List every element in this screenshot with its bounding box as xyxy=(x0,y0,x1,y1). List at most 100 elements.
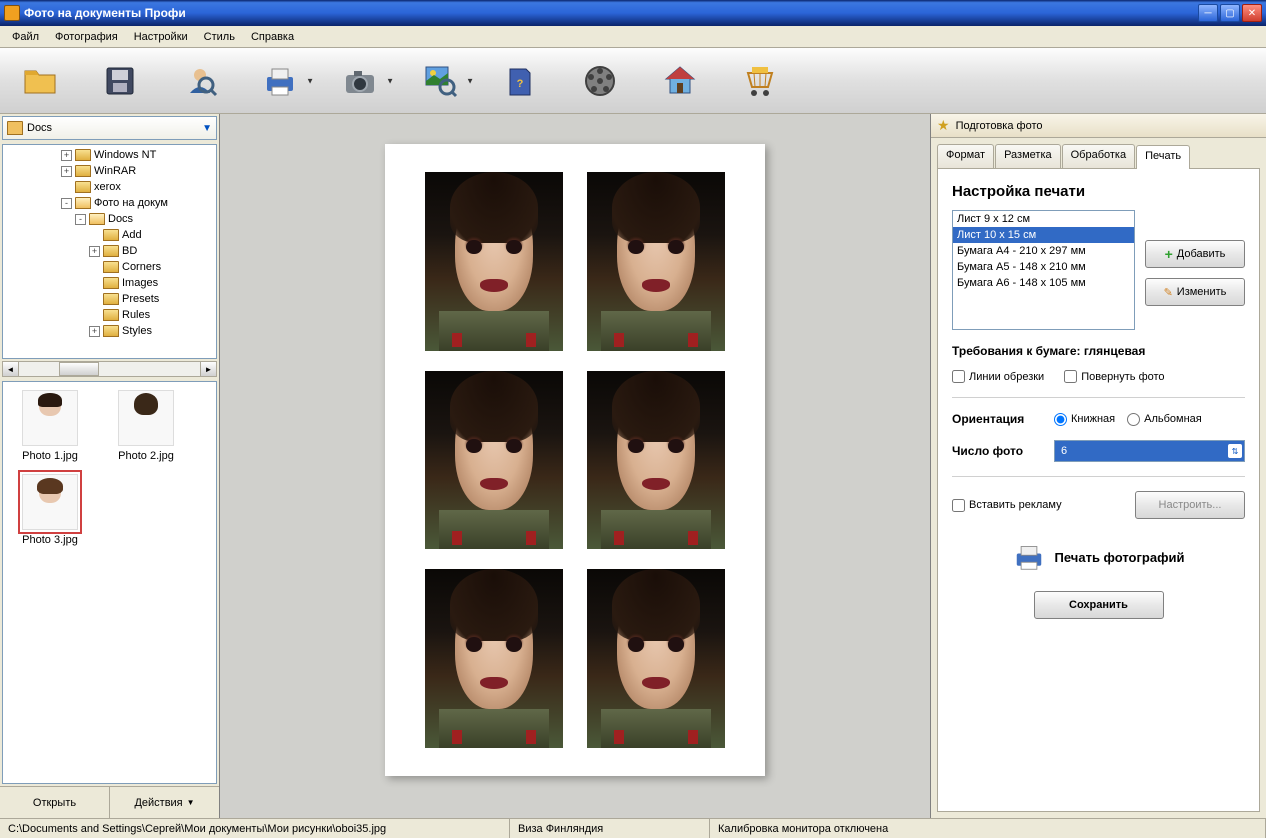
statusbar: C:\Documents and Settings\Сергей\Мои док… xyxy=(0,818,1266,838)
folder-icon xyxy=(75,149,91,161)
chevron-down-icon[interactable]: ▼ xyxy=(466,76,474,85)
thumbnail[interactable]: Photo 3.jpg xyxy=(11,474,89,546)
tree-node[interactable]: Add xyxy=(5,227,214,243)
edit-button[interactable]: ✎Изменить xyxy=(1145,278,1245,306)
paper-size-item[interactable]: Лист 9 x 12 см xyxy=(953,211,1134,227)
maximize-button[interactable]: ▢ xyxy=(1220,4,1240,22)
folder-icon xyxy=(103,309,119,321)
orientation-portrait-radio[interactable]: Книжная xyxy=(1054,413,1115,426)
menu-settings[interactable]: Настройки xyxy=(126,29,196,45)
scroll-right-button[interactable]: ► xyxy=(200,362,216,376)
photo-slot xyxy=(587,569,725,748)
tree-node[interactable]: -Docs xyxy=(5,211,214,227)
tree-node[interactable]: +BD xyxy=(5,243,214,259)
photo-count-label: Число фото xyxy=(952,444,1042,458)
tree-node[interactable]: Images xyxy=(5,275,214,291)
tab-format[interactable]: Формат xyxy=(937,144,994,168)
folder-icon xyxy=(103,261,119,273)
orientation-label: Ориентация xyxy=(952,412,1042,426)
tree-label: Images xyxy=(122,277,158,289)
tree-node[interactable]: Corners xyxy=(5,259,214,275)
thumbnail-caption: Photo 3.jpg xyxy=(22,534,78,546)
tree-label: Styles xyxy=(122,325,152,337)
tree-node[interactable]: xerox xyxy=(5,179,214,195)
camera-icon[interactable]: ▼ xyxy=(340,61,380,101)
chevron-down-icon[interactable]: ▼ xyxy=(306,76,314,85)
orientation-landscape-radio[interactable]: Альбомная xyxy=(1127,413,1202,426)
app-icon xyxy=(4,5,20,21)
film-reel-icon[interactable] xyxy=(580,61,620,101)
picture-zoom-icon[interactable]: ▼ xyxy=(420,61,460,101)
tree-node[interactable]: Rules xyxy=(5,307,214,323)
photo-count-spinner[interactable]: 6⇅ xyxy=(1054,440,1245,462)
folder-icon[interactable] xyxy=(20,61,60,101)
folder-icon xyxy=(75,197,91,209)
divider xyxy=(952,397,1245,398)
preview-area xyxy=(220,114,930,818)
help-book-icon[interactable]: ? xyxy=(500,61,540,101)
folder-icon xyxy=(103,245,119,257)
insert-ad-checkbox[interactable]: Вставить рекламу xyxy=(952,499,1062,512)
rotate-photo-checkbox[interactable]: Повернуть фото xyxy=(1064,370,1164,383)
paper-size-item[interactable]: Лист 10 x 15 см xyxy=(953,227,1134,243)
menu-file[interactable]: Файл xyxy=(4,29,47,45)
star-icon: ★ xyxy=(937,117,950,134)
paper-size-item[interactable]: Бумага A5 - 148 x 210 мм xyxy=(953,259,1134,275)
folder-tree[interactable]: +Windows NT+WinRARxerox-Фото на докум-Do… xyxy=(2,144,217,359)
tree-label: Rules xyxy=(122,309,150,321)
paper-size-item[interactable]: Бумага A4 - 210 x 297 мм xyxy=(953,243,1134,259)
folder-icon xyxy=(103,325,119,337)
tree-node[interactable]: Presets xyxy=(5,291,214,307)
zoom-person-icon[interactable] xyxy=(180,61,220,101)
add-button[interactable]: +Добавить xyxy=(1145,240,1245,268)
print-photos-button[interactable]: Печать фотографий xyxy=(952,543,1245,571)
pencil-icon: ✎ xyxy=(1164,286,1173,299)
tree-node[interactable]: -Фото на докум xyxy=(5,195,214,211)
folder-icon xyxy=(89,213,105,225)
folder-icon xyxy=(75,165,91,177)
tree-label: Docs xyxy=(108,213,133,225)
tree-node[interactable]: +Styles xyxy=(5,323,214,339)
scroll-left-button[interactable]: ◄ xyxy=(3,362,19,376)
chevron-down-icon[interactable]: ▼ xyxy=(202,123,212,134)
thumbnail[interactable]: Photo 1.jpg xyxy=(11,390,89,462)
chevron-down-icon[interactable]: ▼ xyxy=(386,76,394,85)
tree-node[interactable]: +WinRAR xyxy=(5,163,214,179)
right-panel-header: ★ Подготовка фото xyxy=(931,114,1266,138)
tab-body-print: Настройка печати Лист 9 x 12 смЛист 10 x… xyxy=(937,168,1260,812)
menubar: Файл Фотография Настройки Стиль Справка xyxy=(0,26,1266,48)
photo-slot xyxy=(587,172,725,351)
tree-label: Corners xyxy=(122,261,161,273)
paper-requirements: Требования к бумаге: глянцевая xyxy=(952,344,1245,358)
titlebar: Фото на документы Профи ─ ▢ ✕ xyxy=(0,0,1266,26)
save-icon[interactable] xyxy=(100,61,140,101)
thumbnail-image xyxy=(118,390,174,446)
crop-lines-checkbox[interactable]: Линии обрезки xyxy=(952,370,1044,383)
tree-label: Windows NT xyxy=(94,149,156,161)
menu-photo[interactable]: Фотография xyxy=(47,29,126,45)
open-button[interactable]: Открыть xyxy=(0,787,110,818)
photo-slot xyxy=(425,371,563,550)
tab-processing[interactable]: Обработка xyxy=(1062,144,1135,168)
paper-size-item[interactable]: Бумага A6 - 148 x 105 мм xyxy=(953,275,1134,291)
home-icon[interactable] xyxy=(660,61,700,101)
thumbnail[interactable]: Photo 2.jpg xyxy=(107,390,185,462)
menu-style[interactable]: Стиль xyxy=(196,29,243,45)
cart-icon[interactable] xyxy=(740,61,780,101)
close-button[interactable]: ✕ xyxy=(1242,4,1262,22)
tree-node[interactable]: +Windows NT xyxy=(5,147,214,163)
menu-help[interactable]: Справка xyxy=(243,29,302,45)
tab-layout[interactable]: Разметка xyxy=(995,144,1061,168)
right-panel: ★ Подготовка фото Формат Разметка Обрабо… xyxy=(930,114,1266,818)
paper-size-list[interactable]: Лист 9 x 12 смЛист 10 x 15 смБумага A4 -… xyxy=(952,210,1135,330)
scroll-thumb[interactable] xyxy=(59,362,99,376)
thumbnail-image xyxy=(22,390,78,446)
printer-icon[interactable]: ▼ xyxy=(260,61,300,101)
horizontal-scrollbar[interactable]: ◄ ► xyxy=(2,361,217,377)
spinner-control-icon[interactable]: ⇅ xyxy=(1228,444,1242,458)
actions-button[interactable]: Действия▼ xyxy=(110,787,219,818)
save-button[interactable]: Сохранить xyxy=(1034,591,1164,619)
tab-print[interactable]: Печать xyxy=(1136,145,1190,169)
path-combobox[interactable]: Docs ▼ xyxy=(2,116,217,140)
minimize-button[interactable]: ─ xyxy=(1198,4,1218,22)
